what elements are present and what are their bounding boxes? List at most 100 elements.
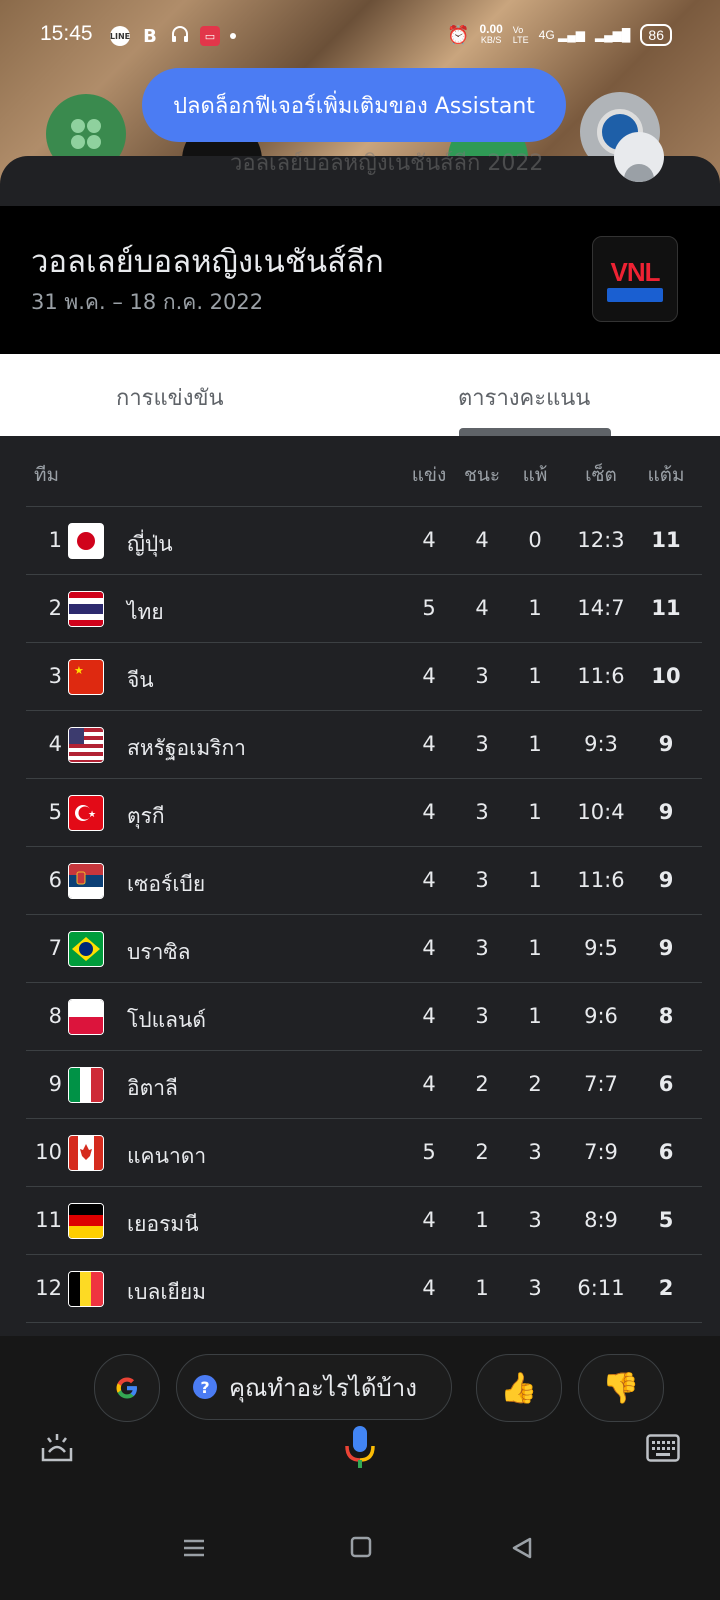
sets: 8:9 [584,1208,618,1232]
table-row[interactable]: 8 โปแลนด์ 4 3 1 9:6 8 [26,983,702,1051]
flag-thailand-icon [68,591,104,627]
lost: 1 [528,596,542,620]
home-button[interactable] [350,1536,372,1562]
points: 11 [651,596,681,620]
rank: 11 [35,1208,62,1232]
won: 1 [475,1208,489,1232]
played: 4 [422,936,436,960]
table-row[interactable]: 11 เยอรมนี 4 1 3 8:9 5 [26,1187,702,1255]
svg-text:★: ★ [88,810,96,820]
assistant-bottom-bar: ? คุณทำอะไรได้บ้าง 👍 👎 [0,1336,720,1600]
sets: 14:7 [577,596,625,620]
points: 2 [658,1276,674,1300]
table-row[interactable]: 6 เซอร์เบีย 4 3 1 11:6 9 [26,847,702,915]
points: 8 [658,1004,674,1028]
toast-text: ปลดล็อกฟีเจอร์เพิ่มเติมของ Assistant [173,93,535,119]
flag-japan-icon [68,523,104,559]
tab-indicator [459,428,611,436]
lost: 3 [528,1276,542,1300]
table-row[interactable]: 1 ญี่ปุ่น 4 4 0 12:3 11 [26,507,702,575]
thumbs-up-button[interactable]: 👍 [476,1354,562,1422]
tab-standings[interactable]: ตารางคะแนน [458,380,590,415]
points: 11 [651,528,681,552]
suggestion-chip[interactable]: ? คุณทำอะไรได้บ้าง [176,1354,452,1420]
table-row[interactable]: 10 แคนาดา 5 2 3 7:9 6 [26,1119,702,1187]
lost: 1 [528,732,542,756]
points: 6 [658,1072,674,1096]
played: 4 [422,1004,436,1028]
assistant-unlock-toast[interactable]: ปลดล็อกฟีเจอร์เพิ่มเติมของ Assistant [142,68,566,142]
signal-icon: ▂▄▆█ [594,28,631,42]
thumbs-down-button[interactable]: 👎 [578,1354,664,1422]
lost: 1 [528,1004,542,1028]
sets: 7:7 [584,1072,618,1096]
played: 5 [422,596,436,620]
played: 4 [422,800,436,824]
won: 3 [475,664,489,688]
status-bar: 15:45 LINE B ▭ ⏰ 0.00 KB/S Vo LTE 4G ▂▄▆ … [0,0,720,72]
won: 1 [475,1276,489,1300]
snapshot-icon[interactable] [40,1430,74,1468]
header-lost: แพ้ [522,464,548,486]
sets: 7:9 [584,1140,618,1164]
points: 9 [658,800,674,824]
team-name: แคนาดา [127,1144,207,1168]
keyboard-icon[interactable] [646,1434,680,1466]
table-row[interactable]: 4 สหรัฐอเมริกา 4 3 1 9:3 9 [26,711,702,779]
sets: 9:3 [584,732,618,756]
rank: 5 [48,800,62,824]
assistant-avatar[interactable] [614,132,664,182]
points: 6 [658,1140,674,1164]
recent-apps-button[interactable] [182,1536,206,1564]
lost: 0 [528,528,542,552]
sets: 6:11 [577,1276,625,1300]
rank: 4 [48,732,62,756]
won: 4 [475,596,489,620]
team-name: ญี่ปุ่น [127,532,173,556]
table-row[interactable]: 5 ★ ตุรกี 4 3 1 10:4 9 [26,779,702,847]
table-row[interactable]: 3 ★ จีน 4 3 1 11:6 10 [26,643,702,711]
battery-indicator: 86 [640,24,672,46]
points: 5 [658,1208,674,1232]
won: 2 [475,1072,489,1096]
lost: 1 [528,664,542,688]
google-search-button[interactable] [94,1354,160,1422]
team-name: ไทย [127,600,164,624]
sets: 10:4 [577,800,625,824]
table-row[interactable]: 12 เบลเยียม 4 1 3 6:11 2 [26,1255,702,1323]
tab-matches[interactable]: การแข่งขัน [116,380,224,415]
played: 4 [422,1276,436,1300]
league-dates: 31 พ.ค. – 18 ก.ค. 2022 [31,290,264,314]
sets: 12:3 [577,528,625,552]
dot-icon [230,33,236,39]
logo-banner [607,287,663,302]
microphone-icon[interactable] [342,1424,378,1474]
net-speed: 0.00 KB/S [479,23,502,46]
flag-usa-icon [68,727,104,763]
sets: 9:6 [584,1004,618,1028]
table-row[interactable]: 7 บราซิล 4 3 1 9:5 9 [26,915,702,983]
flag-turkey-icon: ★ [68,795,104,831]
played: 4 [422,1208,436,1232]
back-button[interactable] [510,1536,534,1564]
headphones-icon [170,24,190,48]
suggestion-text: คุณทำอะไรได้บ้าง [229,1373,417,1402]
table-row[interactable]: 9 อิตาลี 4 2 2 7:7 6 [26,1051,702,1119]
rank: 9 [48,1072,62,1096]
league-header: วอลเลย์บอลหญิงเนชันส์ลีก 31 พ.ค. – 18 ก.… [0,206,720,354]
standings-table: ทีม แข่ง ชนะ แพ้ เซ็ต แต้ม 1 ญี่ปุ่น 4 4… [26,436,702,1323]
volte-icon: Vo LTE [512,25,529,45]
flag-germany-icon [68,1203,104,1239]
lost: 2 [528,1072,542,1096]
won: 2 [475,1140,489,1164]
won: 3 [475,1004,489,1028]
points: 9 [658,936,674,960]
help-icon: ? [193,1375,217,1399]
table-row[interactable]: 2 ไทย 5 4 1 14:7 11 [26,575,702,643]
sets: 11:6 [577,868,625,892]
notification-icons: LINE B ▭ [110,24,236,48]
rank: 12 [35,1276,62,1300]
won: 3 [475,732,489,756]
header-sets: เซ็ต [585,464,617,486]
header-won: ชนะ [463,464,501,486]
